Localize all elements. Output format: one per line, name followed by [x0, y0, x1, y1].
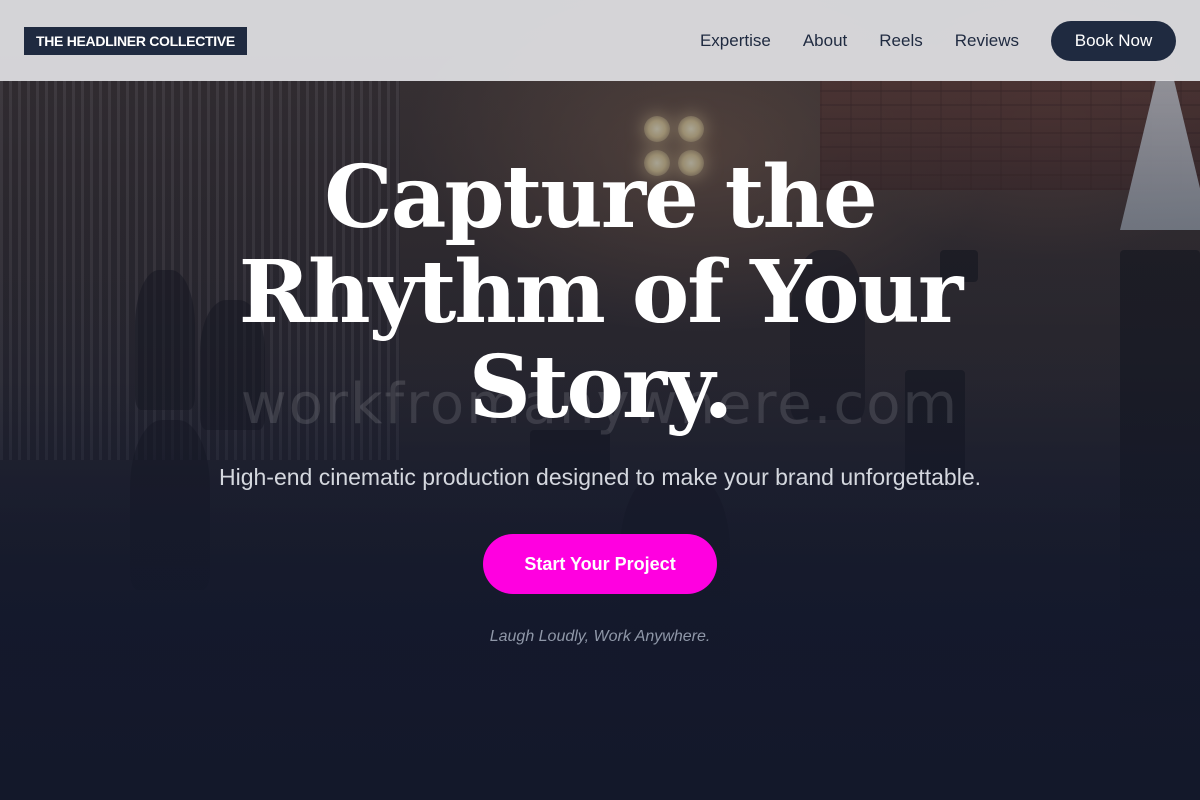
brand-logo[interactable]: THE HEADLINER COLLECTIVE	[24, 26, 247, 55]
nav-link-reviews[interactable]: Reviews	[955, 31, 1019, 51]
hero-title: Capture the Rhythm of Your Story.	[200, 150, 1000, 435]
hero-title-line: Story.	[468, 337, 734, 438]
nav-link-reels[interactable]: Reels	[879, 31, 922, 51]
nav-link-expertise[interactable]: Expertise	[700, 31, 771, 51]
start-project-button[interactable]: Start Your Project	[483, 534, 717, 594]
tagline: Laugh Loudly, Work Anywhere.	[489, 628, 711, 645]
top-navbar: THE HEADLINER COLLECTIVE Expertise About…	[0, 0, 1200, 81]
book-now-button[interactable]: Book Now	[1051, 20, 1176, 61]
hero-title-line: Rhythm of Your	[238, 242, 964, 343]
hero-title-line: Capture the	[324, 147, 878, 248]
nav-link-about[interactable]: About	[803, 31, 847, 51]
nav-links: Expertise About Reels Reviews Book Now	[668, 20, 1176, 61]
hero-subtitle: High-end cinematic production designed t…	[218, 464, 982, 490]
